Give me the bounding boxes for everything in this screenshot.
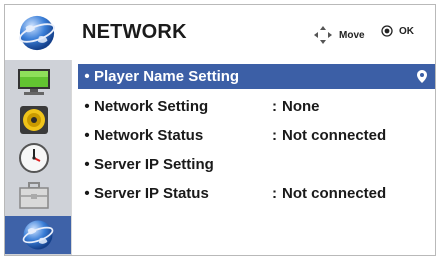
bullet: • [84,98,90,115]
globe-icon [18,15,56,51]
menu-item-value: None [282,98,320,115]
four-way-arrow-icon [314,26,332,44]
network-menu-panel: NETWORK Move OK • Player Name Setting • … [4,4,436,256]
move-hint: Move [313,25,365,45]
menu-item-label: Player Name Setting [94,68,240,85]
sidebar-divider [71,60,72,255]
menu-item-value: Not connected [282,185,387,202]
bullet: • [84,127,90,144]
menu-item-value: Not connected [282,127,387,144]
sidebar-item-picture[interactable] [13,64,55,100]
page-title: NETWORK [82,21,187,43]
menu-item-network-setting[interactable]: • Network Setting : None [78,94,435,119]
menu-item-separator: : [272,185,277,202]
location-pin-icon [417,70,427,83]
header: NETWORK Move OK [5,5,435,59]
sidebar-item-option[interactable] [13,178,55,214]
menu-item-label: Network Setting [94,98,209,115]
sidebar-item-audio[interactable] [13,102,55,138]
ok-hint: OK [381,25,414,37]
menu-item-separator: : [272,98,277,115]
ok-button-icon [381,25,393,37]
menu-item-label: Server IP Setting [94,156,214,173]
menu-item-separator: : [272,127,277,144]
speaker-icon [20,106,48,134]
sidebar-item-time[interactable] [13,140,55,176]
menu-item-label: Network Status [94,127,204,144]
clock-icon [19,143,49,173]
sidebar-item-network[interactable] [5,216,71,254]
menu-item-server-ip-status[interactable]: • Server IP Status : Not connected [78,181,435,206]
move-label: Move [339,29,365,41]
menu-item-network-status[interactable]: • Network Status : Not connected [78,123,435,148]
toolbox-icon [19,182,49,209]
bullet: • [84,68,90,85]
menu-item-server-ip-setting[interactable]: • Server IP Setting [78,152,435,177]
category-sidebar [5,60,71,255]
menu-item-label: Server IP Status [94,185,209,202]
monitor-icon [18,69,50,95]
bullet: • [84,185,90,202]
menu-item-player-name-setting[interactable]: • Player Name Setting [78,64,435,89]
globe-icon [22,220,54,250]
bullet: • [84,156,90,173]
ok-label: OK [399,25,414,37]
